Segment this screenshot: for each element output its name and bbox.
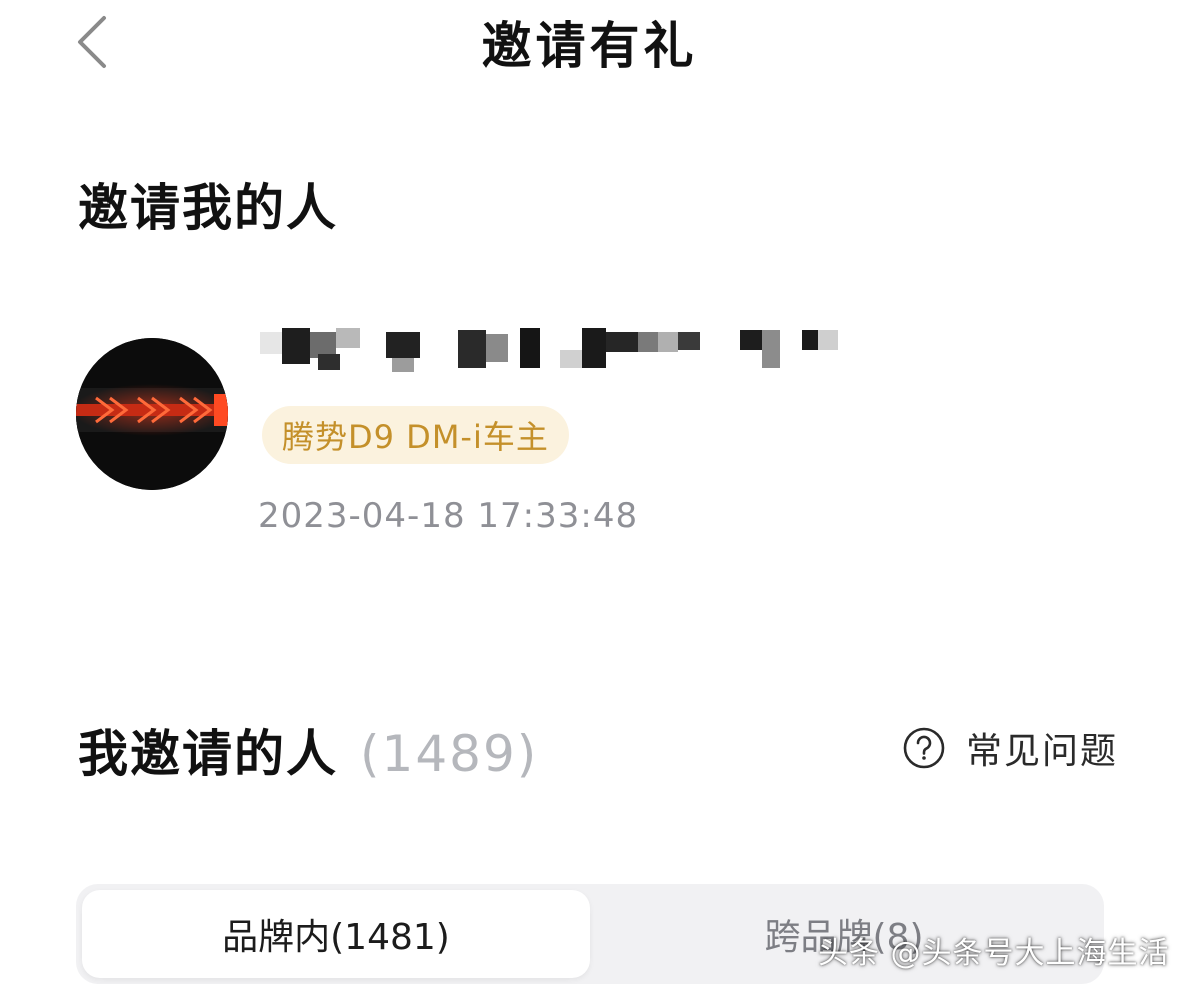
invitees-heading-row: 我邀请的人 (1489) [78, 714, 538, 786]
inviter-heading: 邀请我的人 [78, 179, 338, 237]
watermark: 头条 @头条号大上海生活 [818, 936, 1170, 971]
invite-timestamp: 2023-04-18 17:33:48 [258, 496, 639, 536]
car-owner-badge-label: 腾势D9 DM-i车主 [282, 418, 549, 456]
inviter-name-pixelated [258, 328, 858, 378]
car-owner-badge: 腾势D9 DM-i车主 [262, 406, 569, 464]
avatar-taillight-image [76, 338, 228, 490]
question-circle-icon [903, 727, 945, 769]
faq-link[interactable]: 常见问题 [902, 722, 1118, 774]
invite-rewards-page: 邀请有礼 邀请我的人 腾势D9 DM-i车主 2023-04-18 17:33:… [0, 0, 1179, 991]
avatar[interactable] [76, 338, 228, 490]
faq-label: 常见问题 [966, 731, 1119, 772]
tab-in-brand[interactable]: 品牌内(1481) [82, 890, 590, 978]
tab-in-brand-label: 品牌内(1481) [222, 917, 450, 958]
invitees-count: (1489) [360, 725, 539, 783]
page-title: 邀请有礼 [481, 17, 698, 75]
invitees-heading: 我邀请的人 [78, 725, 338, 783]
